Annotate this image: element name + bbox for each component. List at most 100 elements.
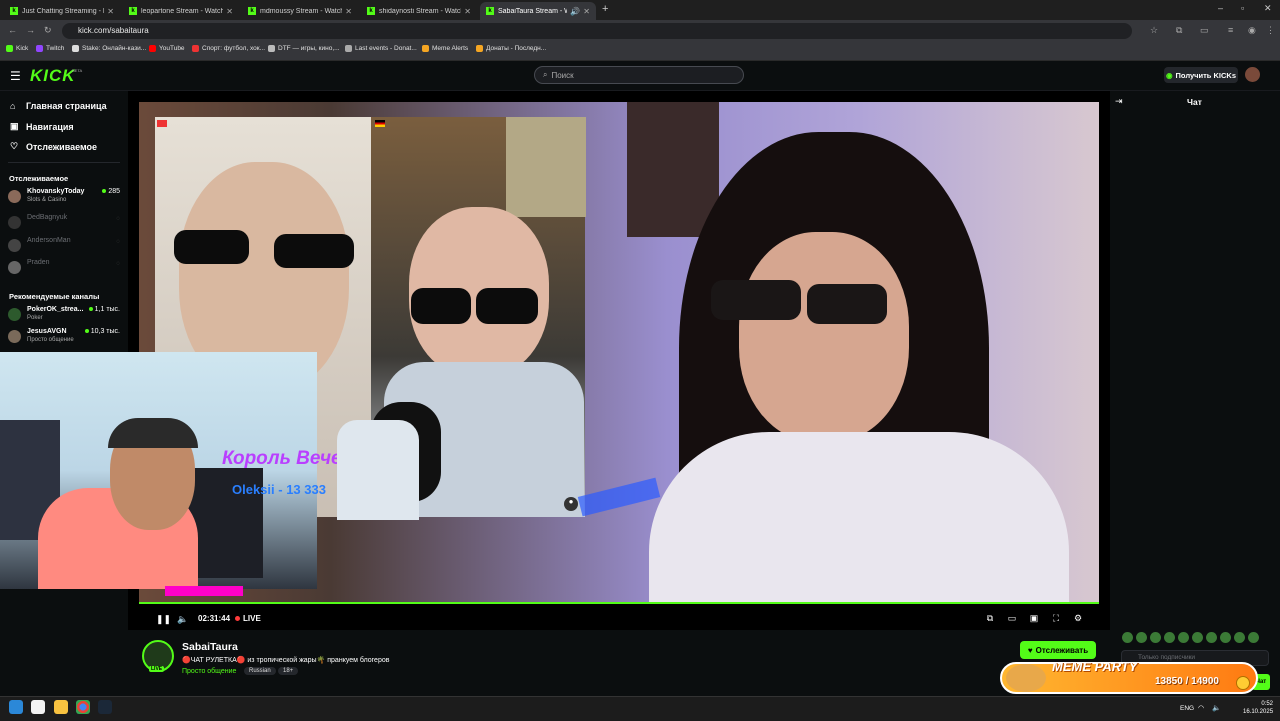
bookmark-item[interactable]: DTF — игры, кино,... — [268, 45, 340, 52]
sunglasses — [807, 284, 887, 324]
clock[interactable]: 0:52 16.10.2025 — [1243, 700, 1273, 716]
sidebar-channel[interactable]: JesusAVGN Просто общение 10,3 тыс. — [8, 328, 120, 346]
hamburger-menu-icon[interactable]: ☰ — [10, 69, 21, 83]
bookmark-item[interactable]: Kick — [6, 45, 28, 52]
emote-icon[interactable] — [1192, 632, 1203, 643]
kick-logo[interactable]: KICK — [30, 66, 76, 86]
close-window-button[interactable]: ✕ — [1264, 3, 1272, 14]
bookmark-item[interactable]: Спорт: футбол, хок... — [192, 45, 265, 52]
canada-flag-icon — [157, 120, 167, 127]
user-avatar[interactable] — [1245, 67, 1260, 82]
bookmark-item[interactable]: Last events - Donat... — [345, 45, 417, 52]
kick-favicon-icon: k — [129, 7, 137, 15]
close-icon[interactable]: ✕ — [583, 7, 590, 16]
sunglasses — [274, 234, 354, 268]
close-icon[interactable]: ✕ — [464, 7, 471, 16]
streamer-name[interactable]: SabaiTaura — [182, 641, 238, 653]
avatar — [8, 190, 21, 203]
windows-start-icon[interactable] — [9, 700, 23, 714]
browser-tab[interactable]: k leopartone Stream - Watch Live✕ — [123, 2, 239, 20]
reload-icon[interactable]: ↻ — [44, 25, 52, 36]
browser-tab[interactable]: k shidaynosti Stream - Watch Live✕ — [361, 2, 477, 20]
pause-icon[interactable]: ❚❚ — [156, 614, 171, 625]
star-icon[interactable]: ☆ — [1150, 25, 1158, 36]
chat-panel — [1110, 91, 1280, 695]
close-icon[interactable]: ✕ — [226, 7, 233, 16]
twitch-icon — [36, 45, 43, 52]
tab-search-icon[interactable]: ▭ — [1200, 25, 1209, 36]
file-explorer-icon[interactable] — [54, 700, 68, 714]
coin-icon — [1236, 676, 1250, 690]
reading-list-icon[interactable]: ≡ — [1228, 25, 1233, 35]
new-tab-button[interactable]: + — [602, 3, 608, 15]
browser-tab-active[interactable]: k SabaiTaura Stream - Watch Live🔊✕ — [480, 2, 596, 20]
close-icon[interactable]: ✕ — [345, 7, 352, 16]
profile-icon[interactable]: ◉ — [1248, 25, 1256, 36]
miniplayer-icon[interactable]: ▣ — [1028, 613, 1040, 625]
stream-category-link[interactable]: Просто общение — [182, 668, 236, 675]
yandex-browser-icon[interactable] — [31, 700, 45, 714]
follow-button[interactable]: ♥ Отслеживать — [1020, 641, 1096, 659]
following-heading: Отслеживаемое — [9, 174, 69, 183]
stream-tag[interactable]: 18+ — [278, 667, 299, 675]
kick-icon — [6, 45, 13, 52]
emote-icon[interactable] — [1122, 632, 1133, 643]
keyboard-language[interactable]: ENG — [1180, 705, 1194, 712]
fullscreen-icon[interactable]: ⛶ — [1050, 613, 1062, 625]
browser-tab[interactable]: k mdmoussy Stream - Watch Live✕ — [242, 2, 358, 20]
chrome-icon[interactable] — [76, 700, 90, 714]
search-input[interactable]: ⌕ Поиск — [534, 66, 744, 84]
bookmark-item[interactable]: Донаты - Последн... — [476, 45, 546, 52]
browser-tab[interactable]: k Just Chatting Streaming - Live S✕ — [4, 2, 120, 20]
theater-icon[interactable]: ▭ — [1006, 613, 1018, 625]
doge-icon — [1006, 664, 1046, 692]
emote-icon[interactable] — [1220, 632, 1231, 643]
bookmark-item[interactable]: YouTube — [149, 45, 185, 52]
volume-tray-icon[interactable]: 🔈 — [1212, 704, 1221, 712]
bookmark-item[interactable]: Stake: Онлайн-кази... — [72, 45, 146, 52]
sunglasses — [711, 280, 801, 320]
emote-icon[interactable] — [1178, 632, 1189, 643]
extensions-icon[interactable]: ⧉ — [1176, 25, 1182, 36]
volume-icon[interactable]: 🔈 — [177, 614, 188, 625]
menu-dots-icon[interactable]: ⋮ — [1266, 25, 1275, 36]
kick-favicon-icon: k — [10, 7, 18, 15]
back-icon[interactable]: ← — [8, 25, 17, 35]
speaker-icon[interactable]: 🔊 — [570, 7, 580, 16]
sidebar-item-browse[interactable]: ▣ Навигация — [10, 121, 74, 132]
emote-icon[interactable] — [1248, 632, 1259, 643]
sidebar-channel[interactable]: DedBagnyuk ◌ — [8, 214, 120, 232]
url-field[interactable] — [62, 23, 1132, 39]
viewer-count: 285 — [102, 188, 120, 195]
maximize-button[interactable]: ▫ — [1241, 3, 1244, 13]
close-icon[interactable]: ✕ — [107, 7, 114, 16]
stream-tag[interactable]: Russian — [244, 667, 276, 675]
live-indicator[interactable]: LIVE — [235, 614, 261, 623]
collapse-chat-icon[interactable]: ⇥ — [1115, 96, 1123, 107]
emote-icon[interactable] — [1164, 632, 1175, 643]
progress-bar[interactable] — [139, 602, 1099, 604]
emote-icon[interactable] — [1136, 632, 1147, 643]
sunglasses — [476, 288, 538, 324]
settings-icon[interactable]: ⚙ — [1072, 613, 1084, 625]
sidebar-channel[interactable]: KhovanskyToday Slots & Casino 285 — [8, 188, 120, 206]
clip-icon[interactable]: ⧉ — [984, 613, 996, 625]
led-light — [577, 477, 661, 517]
emote-icon[interactable] — [1150, 632, 1161, 643]
sidebar-item-home[interactable]: ⌂ Главная страница — [10, 101, 107, 111]
minimize-button[interactable]: – — [1218, 3, 1223, 13]
steam-icon[interactable] — [98, 700, 112, 714]
emote-row — [1122, 632, 1270, 644]
sidebar-channel[interactable]: PokerOK_strea... Poker 1,1 тыс. — [8, 306, 120, 324]
sidebar-channel[interactable]: Praden ◌ — [8, 259, 120, 277]
wifi-icon[interactable]: ◠ — [1198, 704, 1204, 712]
webcam-progress-bar — [165, 586, 243, 596]
emote-icon[interactable] — [1206, 632, 1217, 643]
bookmark-item[interactable]: Meme Alerts — [422, 45, 468, 52]
sidebar-channel[interactable]: AndersonMan ◌ — [8, 237, 120, 255]
forward-icon[interactable]: → — [26, 25, 35, 35]
sidebar-item-following[interactable]: ♡ Отслеживаемое — [10, 141, 97, 152]
emote-icon[interactable] — [1234, 632, 1245, 643]
get-kicks-button[interactable]: ◉ Получить KICKs — [1164, 67, 1238, 83]
bookmark-item[interactable]: Twitch — [36, 45, 64, 52]
